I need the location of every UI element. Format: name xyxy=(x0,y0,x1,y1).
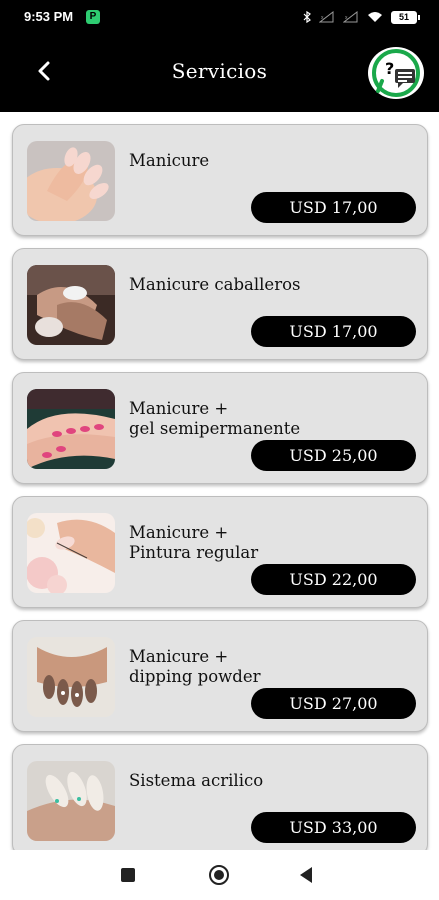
service-thumbnail xyxy=(27,389,115,469)
service-name: Manicure caballeros xyxy=(129,275,301,294)
signal-icon: x xyxy=(319,11,334,23)
triangle-back-icon[interactable] xyxy=(300,867,312,883)
whatsapp-help-button[interactable]: ? xyxy=(368,47,424,99)
system-nav-bar xyxy=(0,850,439,900)
service-thumbnail xyxy=(27,265,115,345)
service-price: USD 17,00 xyxy=(251,316,416,347)
service-card-manicure[interactable]: Manicure USD 17,00 xyxy=(12,124,428,236)
svg-text:x: x xyxy=(345,15,348,21)
service-thumbnail xyxy=(27,637,115,717)
service-price: USD 17,00 xyxy=(251,192,416,223)
circle-home-icon[interactable] xyxy=(209,865,229,885)
app-header: Servicios ? xyxy=(0,34,439,112)
service-card-gel[interactable]: Manicure + gel semipermanente USD 25,00 xyxy=(12,372,428,484)
service-card-pintura[interactable]: Manicure + Pintura regular USD 22,00 xyxy=(12,496,428,608)
service-name: Sistema acrilico xyxy=(129,771,264,790)
service-card-acrilico[interactable]: Sistema acrilico USD 33,00 xyxy=(12,744,428,850)
service-price: USD 25,00 xyxy=(251,440,416,471)
wifi-icon xyxy=(368,12,382,22)
service-thumbnail xyxy=(27,513,115,593)
service-thumbnail xyxy=(27,761,115,841)
app-notification-icon: P xyxy=(86,10,100,24)
service-list[interactable]: Manicure USD 17,00 Manicure caballeros U… xyxy=(0,112,439,850)
service-name: Manicure + dipping powder xyxy=(129,647,261,686)
service-price: USD 22,00 xyxy=(251,564,416,595)
service-price: USD 27,00 xyxy=(251,688,416,719)
service-price: USD 33,00 xyxy=(251,812,416,843)
service-name: Manicure + Pintura regular xyxy=(129,523,259,562)
signal-icon-2: x xyxy=(343,11,358,23)
service-thumbnail xyxy=(27,141,115,221)
svg-text:x: x xyxy=(321,15,324,21)
battery-icon: 51 xyxy=(391,10,420,24)
bluetooth-icon xyxy=(303,11,311,23)
service-card-dipping[interactable]: Manicure + dipping powder USD 27,00 xyxy=(12,620,428,732)
square-recent-apps-icon[interactable] xyxy=(121,868,135,882)
status-bar: 9:53 PM P x x 51 xyxy=(0,0,439,34)
status-indicators: x x 51 xyxy=(303,10,420,24)
service-name: Manicure xyxy=(129,151,210,170)
service-name: Manicure + gel semipermanente xyxy=(129,399,301,438)
chat-help-icon: ? xyxy=(372,49,420,97)
service-card-manicure-caballeros[interactable]: Manicure caballeros USD 17,00 xyxy=(12,248,428,360)
svg-text:?: ? xyxy=(385,59,394,78)
status-time: 9:53 PM xyxy=(24,9,74,24)
